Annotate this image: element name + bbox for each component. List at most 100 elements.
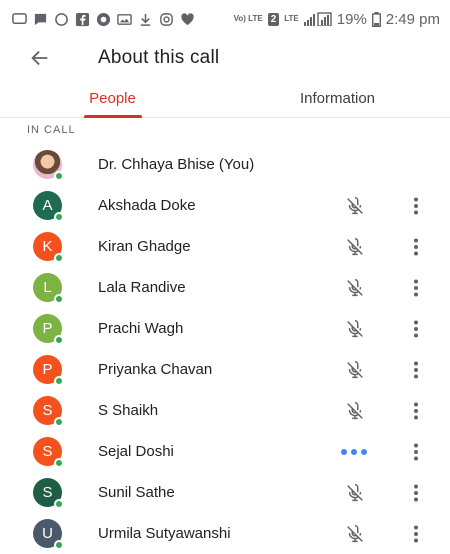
mic-off-icon — [347, 196, 363, 214]
back-button[interactable] — [10, 38, 70, 78]
speaking-dot — [361, 448, 367, 455]
participant-name: S Shaikh — [98, 402, 159, 419]
chrome-icon — [96, 12, 111, 26]
avatar: U — [33, 519, 64, 550]
avatar-initial: S — [42, 484, 53, 501]
instagram-icon — [160, 12, 173, 26]
mic-off-indicator — [344, 523, 366, 545]
status-bar: Vo) LTE 2 LTE 19% 2:49 pm — [0, 0, 450, 38]
mic-off-indicator — [344, 195, 366, 217]
participant-row[interactable]: S S Shaikh — [0, 390, 450, 431]
more-options-button[interactable] — [409, 236, 423, 258]
more-options-button[interactable] — [409, 441, 423, 463]
participant-row[interactable]: P Prachi Wagh — [0, 308, 450, 349]
notification-icons — [12, 12, 195, 27]
participant-row[interactable]: Dr. Chhaya Bhise (You) — [0, 144, 450, 185]
speaking-indicator — [341, 448, 371, 456]
participant-row[interactable]: U Urmila Sutyawanshi — [0, 513, 450, 554]
avatar: L — [33, 273, 64, 304]
avatar: P — [33, 355, 64, 386]
participant-row[interactable]: L Lala Randive — [0, 267, 450, 308]
online-status-dot — [54, 253, 64, 263]
mic-off-indicator — [344, 359, 366, 381]
more-vert-icon — [414, 361, 418, 378]
avatar-initial: P — [42, 320, 53, 337]
more-options-button[interactable] — [409, 195, 423, 217]
more-vert-icon — [414, 279, 418, 296]
more-options-button[interactable] — [409, 318, 423, 340]
participant-name: Sunil Sathe — [98, 484, 175, 501]
section-label: IN CALL — [27, 124, 76, 136]
avatar-initial: K — [42, 238, 53, 255]
participant-row[interactable]: A Akshada Doke — [0, 185, 450, 226]
avatar-initial: L — [43, 279, 52, 296]
heart-icon — [181, 12, 194, 25]
avatar-initial: A — [42, 197, 53, 214]
participant-row[interactable]: K Kiran Ghadge — [0, 226, 450, 267]
system-indicators: Vo) LTE 2 LTE 19% 2:49 pm — [234, 11, 440, 28]
facebook-icon — [75, 12, 90, 26]
mic-off-indicator — [344, 318, 366, 340]
more-vert-icon — [414, 238, 418, 255]
avatar: S — [33, 437, 64, 468]
mic-off-icon — [347, 483, 363, 501]
mic-off-icon — [347, 524, 363, 542]
download-icon — [140, 13, 151, 26]
whatsapp-icon — [55, 12, 68, 26]
online-status-dot — [54, 540, 64, 550]
participant-row[interactable]: S Sunil Sathe — [0, 472, 450, 513]
mic-off-icon — [347, 278, 363, 296]
app-bar: About this call — [0, 38, 450, 78]
speaking-dot — [351, 448, 357, 455]
page-title: About this call — [98, 47, 220, 68]
more-options-button[interactable] — [409, 277, 423, 299]
online-status-dot — [54, 417, 64, 427]
mic-off-indicator — [344, 236, 366, 258]
tab-information[interactable]: Information — [225, 80, 450, 117]
online-status-dot — [54, 499, 64, 509]
online-status-dot — [54, 212, 64, 222]
participant-name: Urmila Sutyawanshi — [98, 525, 231, 542]
chat-bubble-icon — [12, 12, 27, 24]
avatar: S — [33, 478, 64, 509]
participant-name: Lala Randive — [98, 279, 186, 296]
volte-badge: Vo) LTE — [233, 14, 263, 23]
mic-off-icon — [347, 319, 363, 337]
online-status-dot — [54, 335, 64, 345]
battery-icon — [371, 11, 381, 27]
participant-list: Dr. Chhaya Bhise (You) A Akshada Doke K Kira… — [0, 144, 450, 554]
lte-badge: LTE — [284, 14, 299, 23]
online-status-dot — [54, 294, 64, 304]
avatar — [33, 150, 64, 181]
avatar-initial: S — [42, 443, 53, 460]
more-options-button[interactable] — [409, 359, 423, 381]
more-vert-icon — [414, 402, 418, 419]
participant-name: Priyanka Chavan — [98, 361, 213, 378]
more-vert-icon — [414, 443, 418, 460]
more-vert-icon — [414, 320, 418, 337]
more-options-button[interactable] — [409, 523, 423, 545]
online-status-dot — [54, 458, 64, 468]
arrow-back-icon — [31, 50, 48, 66]
avatar: S — [33, 396, 64, 427]
avatar: A — [33, 191, 64, 222]
participant-name: Dr. Chhaya Bhise (You) — [98, 156, 255, 173]
tab-people[interactable]: People — [0, 80, 225, 117]
avatar-initial: S — [42, 402, 53, 419]
mic-off-indicator — [344, 400, 366, 422]
battery-percent: 19% — [336, 10, 367, 28]
participant-name: Prachi Wagh — [98, 320, 184, 337]
participant-row[interactable]: P Priyanka Chavan — [0, 349, 450, 390]
mic-off-indicator — [344, 277, 366, 299]
avatar: P — [33, 314, 64, 345]
mic-off-icon — [347, 360, 363, 378]
more-options-button[interactable] — [409, 482, 423, 504]
avatar: K — [33, 232, 64, 263]
mic-off-icon — [347, 401, 363, 419]
participant-name: Sejal Doshi — [98, 443, 174, 460]
more-options-button[interactable] — [409, 400, 423, 422]
participant-name: Akshada Doke — [98, 197, 196, 214]
clock: 2:49 pm — [385, 10, 440, 28]
participant-row[interactable]: S Sejal Doshi — [0, 431, 450, 472]
online-status-dot — [54, 376, 64, 386]
